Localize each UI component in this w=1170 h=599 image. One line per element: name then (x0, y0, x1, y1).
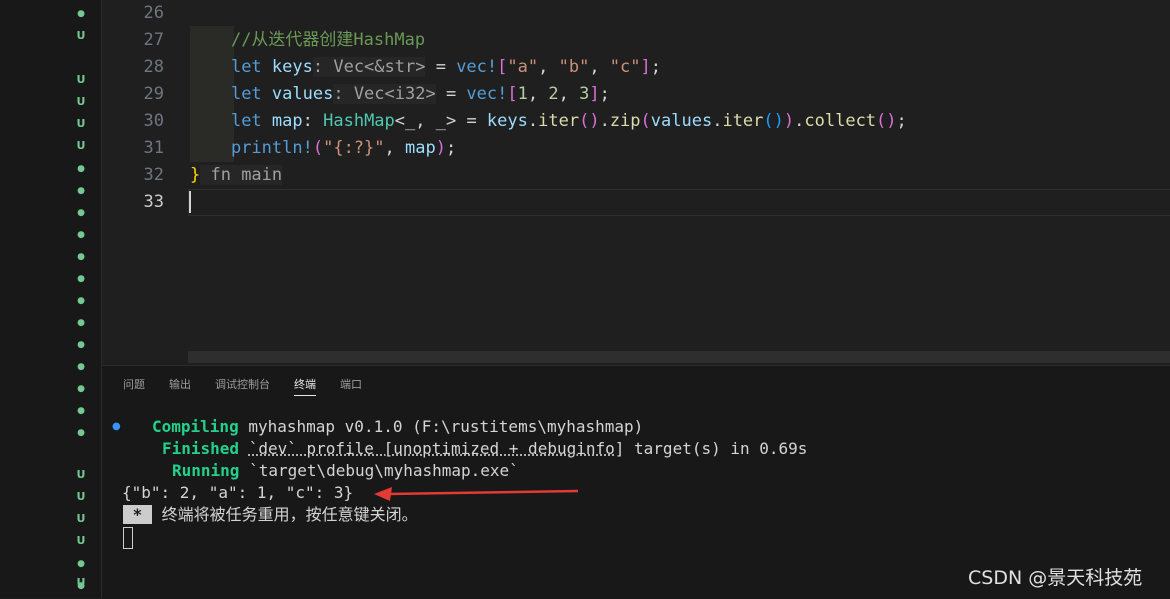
red-arrow-head (374, 487, 392, 501)
red-arrow-annotation (374, 487, 579, 501)
red-arrow-shaft (387, 489, 579, 496)
watermark: CSDN @景天科技苑 (968, 567, 1143, 589)
